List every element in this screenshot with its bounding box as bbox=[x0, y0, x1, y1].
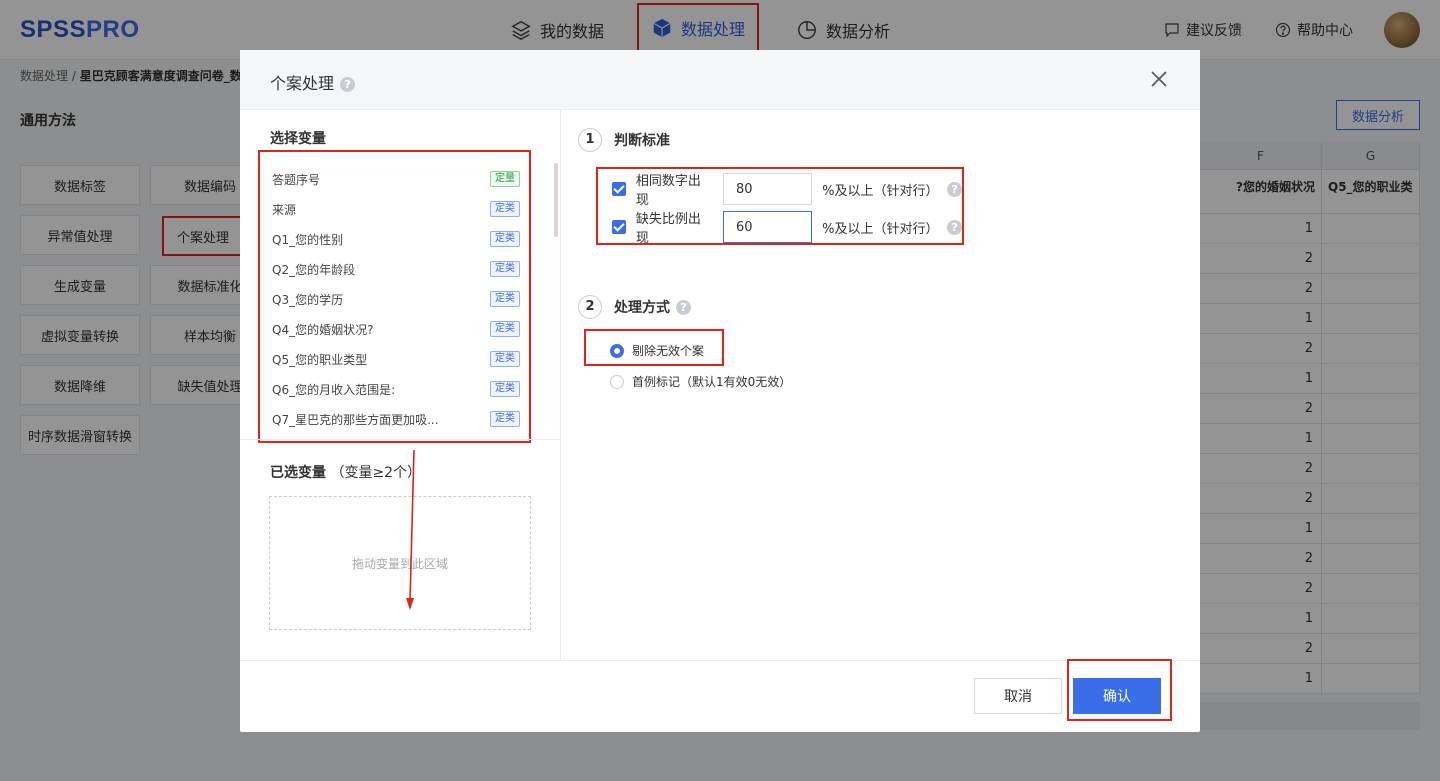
variable-item[interactable]: 来源 定类 bbox=[272, 194, 520, 224]
variable-type-tag: 定类 bbox=[490, 381, 520, 397]
modal-footer: 取消 确认 bbox=[240, 659, 1200, 732]
modal-header: 个案处理? bbox=[240, 50, 1200, 110]
variable-name: Q3_您的学历 bbox=[272, 292, 344, 307]
criteria-highlight: 相同数字出现 80 %及以上（针对行） ? 缺失比例出现 60 %及以上（针对行… bbox=[596, 167, 964, 247]
variable-type-tag: 定量 bbox=[490, 171, 520, 187]
variable-type-tag: 定类 bbox=[490, 321, 520, 337]
close-icon[interactable] bbox=[1148, 68, 1170, 90]
variable-type-tag: 定类 bbox=[490, 231, 520, 247]
variable-item[interactable]: Q6_您的月收入范围是: 定类 bbox=[272, 374, 520, 404]
missing-ratio-input[interactable]: 60 bbox=[722, 211, 813, 243]
help-icon[interactable]: ? bbox=[340, 77, 356, 92]
help-icon[interactable]: ? bbox=[947, 219, 962, 235]
variable-name: Q7_星巴克的那些方面更加吸... bbox=[272, 412, 439, 427]
drag-arrow-annotation bbox=[406, 450, 415, 610]
variable-list-scrollbar[interactable] bbox=[554, 163, 558, 237]
variable-item[interactable]: Q7_星巴克的那些方面更加吸... 定类 bbox=[272, 404, 520, 434]
selected-variable-title: 已选变量 （变量≥2个） bbox=[270, 465, 422, 481]
mark-first-radio[interactable] bbox=[610, 374, 624, 389]
variable-type-tag: 定类 bbox=[490, 411, 520, 427]
variable-list: 答题序号 定量 来源 定类 Q1_您的性别 定类 Q2_您的年龄段 定类 Q3_您的学历 定类 Q4… bbox=[258, 150, 531, 443]
variable-item[interactable]: 答题序号 定量 bbox=[272, 164, 520, 194]
left-divider bbox=[240, 439, 561, 440]
variable-item[interactable]: Q1_您的性别 定类 bbox=[272, 224, 520, 254]
step1-title: 1 判断标准 bbox=[578, 128, 670, 152]
variable-item[interactable]: Q3_您的学历 定类 bbox=[272, 284, 520, 314]
variable-name: Q6_您的月收入范围是: bbox=[272, 382, 396, 397]
same-number-input[interactable]: 80 bbox=[722, 173, 813, 205]
same-number-checkbox[interactable] bbox=[612, 182, 626, 196]
select-variable-title: 选择变量 bbox=[270, 131, 326, 147]
variable-type-tag: 定类 bbox=[490, 201, 520, 217]
option-remove-invalid[interactable]: 剔除无效个案 bbox=[610, 342, 704, 359]
variable-type-tag: 定类 bbox=[490, 291, 520, 307]
variable-item[interactable]: Q4_您的婚姻状况? 定类 bbox=[272, 314, 520, 344]
step2-title: 2 处理方式? bbox=[578, 295, 691, 319]
confirm-button[interactable]: 确认 bbox=[1073, 678, 1161, 714]
variable-type-tag: 定类 bbox=[490, 351, 520, 367]
variable-name: Q2_您的年龄段 bbox=[272, 262, 356, 277]
variable-type-tag: 定类 bbox=[490, 261, 520, 277]
case-processing-modal: 个案处理? 选择变量 答题序号 定量 来源 定类 Q1_您的性别 定类 Q2_您的年龄段 定类… bbox=[240, 50, 1200, 732]
variable-name: Q4_您的婚姻状况? bbox=[272, 322, 374, 337]
criteria-same-number: 相同数字出现 80 %及以上（针对行） ? bbox=[612, 169, 962, 209]
variable-name: Q1_您的性别 bbox=[272, 232, 344, 247]
missing-ratio-checkbox[interactable] bbox=[612, 220, 626, 234]
variable-item[interactable]: Q2_您的年龄段 定类 bbox=[272, 254, 520, 284]
option-mark-first[interactable]: 首例标记（默认1有效0无效） bbox=[610, 373, 791, 390]
variable-name: 答题序号 bbox=[272, 172, 321, 187]
help-icon[interactable]: ? bbox=[947, 181, 962, 197]
variable-name: 来源 bbox=[272, 202, 297, 217]
modal-title: 个案处理? bbox=[270, 70, 356, 94]
remove-invalid-radio[interactable] bbox=[610, 343, 624, 358]
help-icon[interactable]: ? bbox=[676, 299, 691, 315]
cancel-button[interactable]: 取消 bbox=[974, 678, 1062, 714]
criteria-missing-ratio: 缺失比例出现 60 %及以上（针对行） ? bbox=[612, 207, 962, 247]
variable-name: Q5_您的职业类型 bbox=[272, 352, 368, 367]
variable-item[interactable]: Q5_您的职业类型 定类 bbox=[272, 344, 520, 374]
